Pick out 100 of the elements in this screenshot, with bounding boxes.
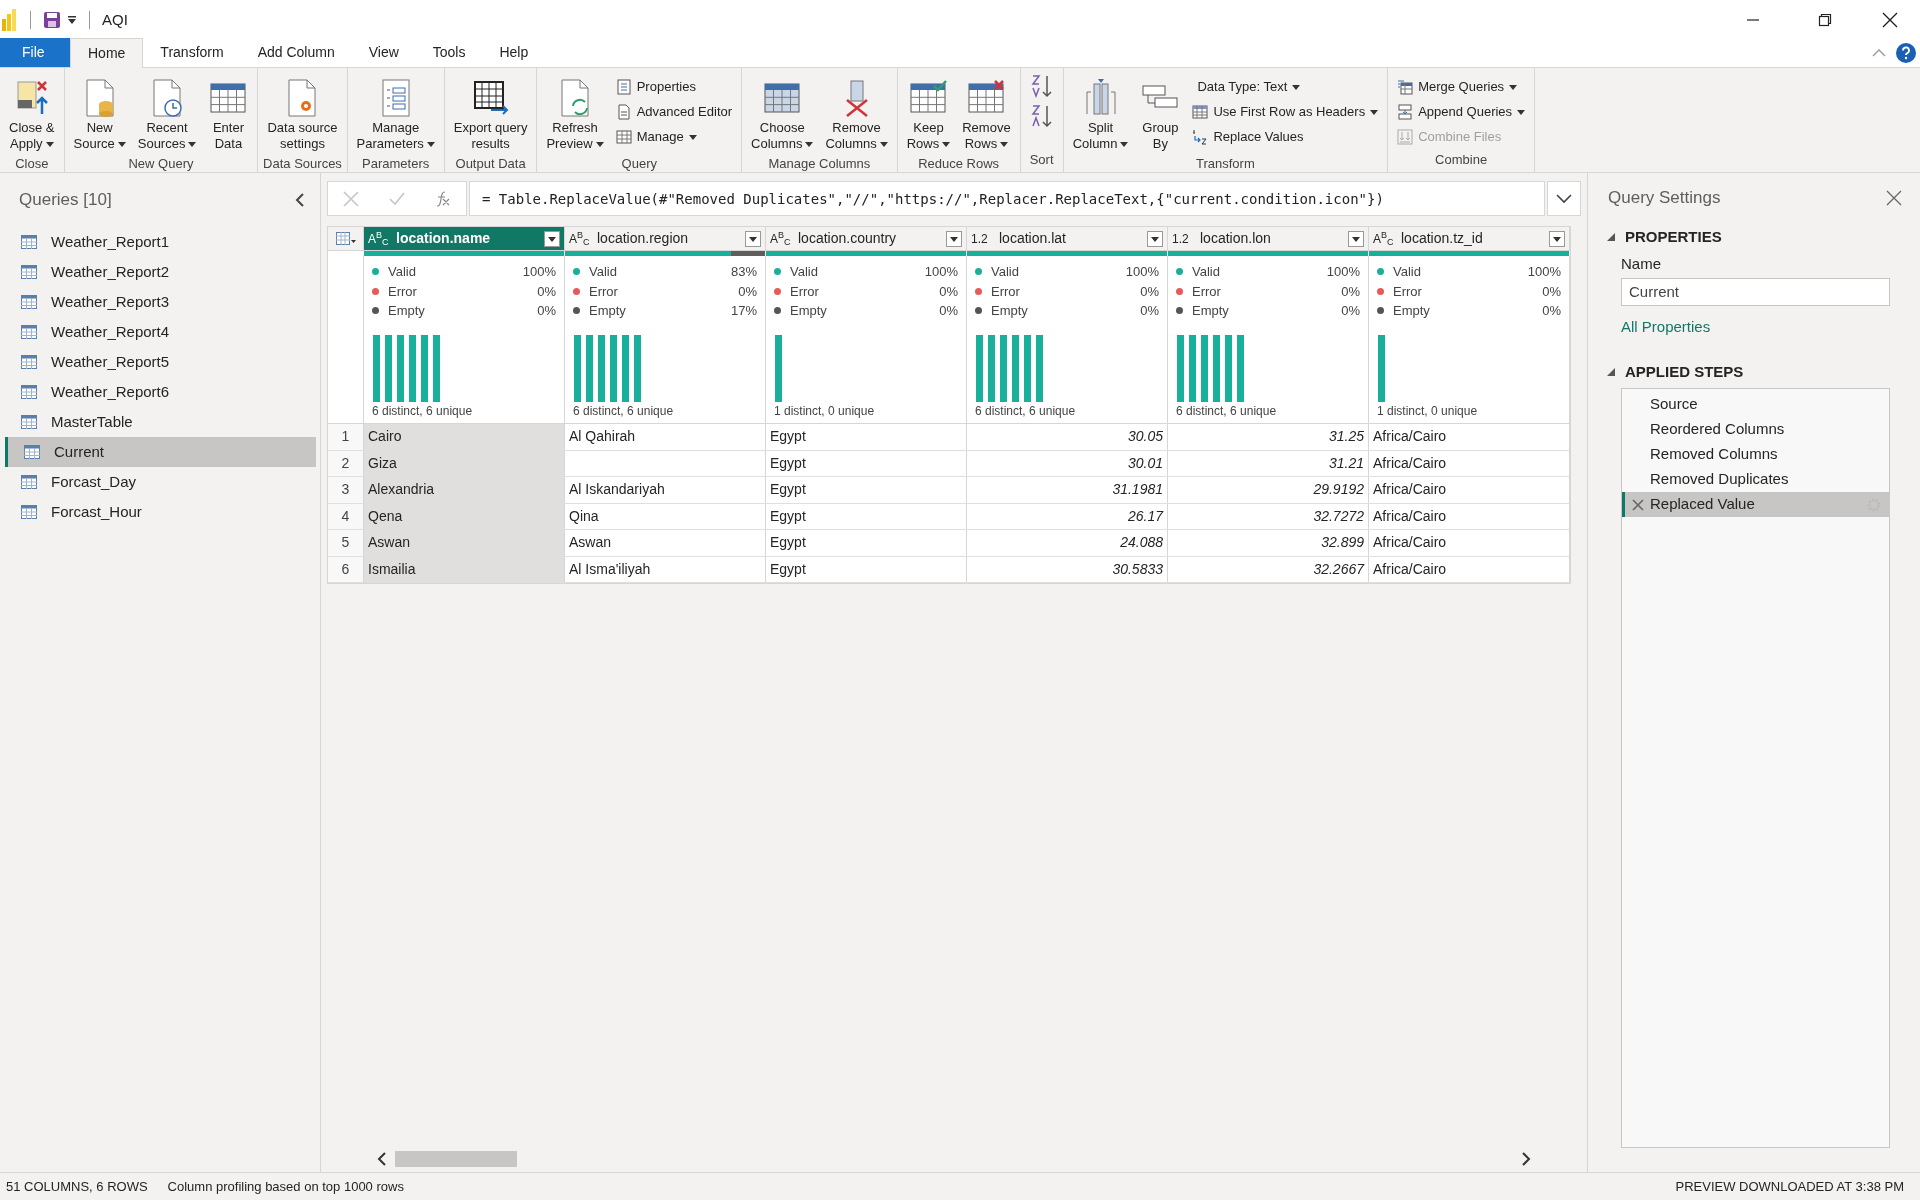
formula-field[interactable]: = Table.ReplaceValue(#"Removed Duplicates","//","https://",Replacer.ReplaceText,{"current.condition.icon"}) — [469, 181, 1545, 216]
ribbon-button[interactable]: Manage Parameters — [351, 74, 440, 154]
all-properties-link[interactable]: All Properties — [1621, 315, 1711, 338]
applied-step[interactable]: Source — [1622, 392, 1889, 417]
sort-ascending-icon[interactable] — [1030, 74, 1053, 98]
name-field[interactable]: Current — [1621, 277, 1890, 306]
query-item[interactable]: Weather_Report6 — [5, 377, 316, 407]
filter-dropdown-icon[interactable] — [1348, 230, 1364, 247]
profile-value: 0% — [1140, 302, 1159, 320]
row-number: 6 — [328, 556, 364, 582]
help-icon[interactable] — [1896, 42, 1916, 63]
applied-step[interactable]: Removed Columns — [1622, 442, 1889, 467]
row-number: 2 — [328, 450, 364, 476]
ribbon-button[interactable]: Append Queries — [1394, 101, 1529, 123]
section-heading: APPLIED STEPS — [1625, 361, 1744, 382]
profile-value: 0% — [939, 282, 958, 301]
scrollbar-thumb[interactable] — [395, 1151, 517, 1167]
ribbon-button[interactable]: Data Type: Text — [1189, 76, 1382, 98]
ribbon-button[interactable]: Group By — [1135, 74, 1186, 154]
table-icon — [21, 265, 37, 279]
table-cell: 30.05 — [967, 424, 1168, 450]
ribbon-button[interactable]: Merge Queries — [1394, 76, 1529, 98]
restore-icon[interactable] — [1818, 13, 1832, 27]
ribbon-tab[interactable]: Add Column — [240, 38, 352, 67]
query-item[interactable]: Forcast_Hour — [5, 497, 316, 527]
ribbon-button[interactable]: Enter Data — [203, 74, 254, 154]
collapse-pane-icon[interactable] — [294, 192, 306, 208]
collapse-triangle-icon[interactable] — [1607, 368, 1615, 376]
ribbon-button[interactable]: Remove Columns — [820, 74, 893, 154]
ribbon-button[interactable]: Properties — [612, 76, 736, 98]
ribbon-tab[interactable]: Tools — [415, 38, 483, 67]
filter-dropdown-icon[interactable] — [946, 230, 962, 247]
ribbon-button[interactable]: Recent Sources — [132, 74, 202, 154]
save-icon[interactable] — [43, 11, 61, 29]
ribbon-button[interactable]: Keep Rows — [901, 74, 956, 154]
column-header[interactable]: 1.2 location.lon — [1168, 227, 1369, 250]
query-item[interactable]: MasterTable — [5, 407, 316, 437]
table-cell: 31.25 — [1168, 424, 1369, 450]
collapse-ribbon-icon[interactable] — [1872, 47, 1886, 58]
query-item[interactable]: Weather_Report3 — [5, 287, 316, 317]
query-item[interactable]: Forcast_Day — [5, 467, 316, 497]
ribbon-button[interactable]: Close & Apply — [4, 74, 60, 154]
ribbon-button[interactable]: Manage — [612, 126, 736, 148]
ribbon-button[interactable]: Remove Rows — [957, 74, 1016, 154]
customize-dropdown-icon[interactable] — [67, 15, 77, 25]
ribbon-tab[interactable]: Help — [482, 38, 546, 67]
scroll-right-icon[interactable] — [1521, 1152, 1531, 1166]
function-icon[interactable] — [434, 189, 452, 208]
filter-dropdown-icon[interactable] — [544, 230, 560, 247]
column-name: location.name — [396, 229, 492, 248]
filter-dropdown-icon[interactable] — [745, 230, 761, 247]
applied-step[interactable]: Reordered Columns — [1622, 417, 1889, 442]
ribbon-tab[interactable]: View — [351, 38, 416, 67]
filter-dropdown-icon[interactable] — [1549, 230, 1565, 247]
histogram-bar — [1237, 334, 1244, 402]
ribbon-button[interactable]: Split Column — [1067, 74, 1134, 154]
histogram-bar — [598, 334, 605, 402]
sort-descending-icon[interactable] — [1030, 104, 1053, 128]
status-text: 51 COLUMNS, 6 ROWS — [6, 1177, 148, 1196]
ribbon-tab[interactable]: Transform — [143, 38, 241, 67]
query-item[interactable]: Current — [5, 437, 316, 467]
close-icon[interactable] — [1882, 12, 1898, 28]
query-item[interactable]: Weather_Report2 — [5, 257, 316, 287]
ribbon-button[interactable]: Replace Values — [1189, 126, 1382, 148]
ribbon-tab[interactable]: Home — [70, 38, 144, 68]
column-header[interactable]: A$^{B}$$_{C}$ location.country — [766, 227, 967, 250]
profile-label: Empty — [388, 302, 426, 320]
column-header[interactable]: A$^{B}$$_{C}$ location.tz_id — [1369, 227, 1570, 250]
ribbon-button[interactable]: Choose Columns — [746, 74, 819, 154]
profile-label: Valid — [1393, 263, 1422, 281]
profile-value: 100% — [1527, 263, 1561, 281]
expand-icon[interactable] — [1556, 193, 1572, 204]
table-cell: Egypt — [766, 450, 967, 476]
query-item[interactable]: Weather_Report4 — [5, 317, 316, 347]
column-header[interactable]: A$^{B}$$_{C}$ location.name — [364, 227, 565, 250]
query-item[interactable]: Weather_Report5 — [5, 347, 316, 377]
ribbon-button[interactable]: New Source — [68, 74, 131, 154]
ribbon-button[interactable]: Export query results — [448, 74, 533, 154]
replace-arrow-icon — [1192, 129, 1209, 145]
column-header[interactable]: 1.2 location.lat — [967, 227, 1168, 250]
ribbon-button[interactable]: Use First Row as Headers — [1189, 101, 1382, 123]
column-type-label: 1.2 — [1172, 230, 1190, 248]
applied-step[interactable]: Replaced Value — [1622, 492, 1889, 517]
file-tab[interactable]: File — [0, 38, 70, 67]
distribution-text: 6 distinct, 6 unique — [372, 403, 474, 420]
group-label: Output Data — [454, 155, 527, 173]
column-header[interactable]: A$^{B}$$_{C}$ location.region — [565, 227, 766, 250]
collapse-triangle-icon[interactable] — [1607, 233, 1615, 241]
histogram-bar — [610, 334, 617, 402]
ribbon-button[interactable]: Advanced Editor — [612, 101, 736, 123]
query-item[interactable]: Weather_Report1 — [5, 227, 316, 257]
profile-value: 100% — [1125, 263, 1159, 281]
scroll-left-icon[interactable] — [377, 1152, 387, 1166]
applied-step[interactable]: Removed Duplicates — [1622, 467, 1889, 492]
histogram-bar — [1189, 334, 1196, 402]
filter-dropdown-icon[interactable] — [1147, 230, 1163, 247]
ribbon-button[interactable]: Refresh Preview — [541, 74, 609, 154]
ribbon-button[interactable]: Data source settings — [262, 74, 343, 154]
delete-step-icon[interactable] — [1631, 498, 1644, 511]
table-menu-icon[interactable] — [335, 231, 356, 246]
